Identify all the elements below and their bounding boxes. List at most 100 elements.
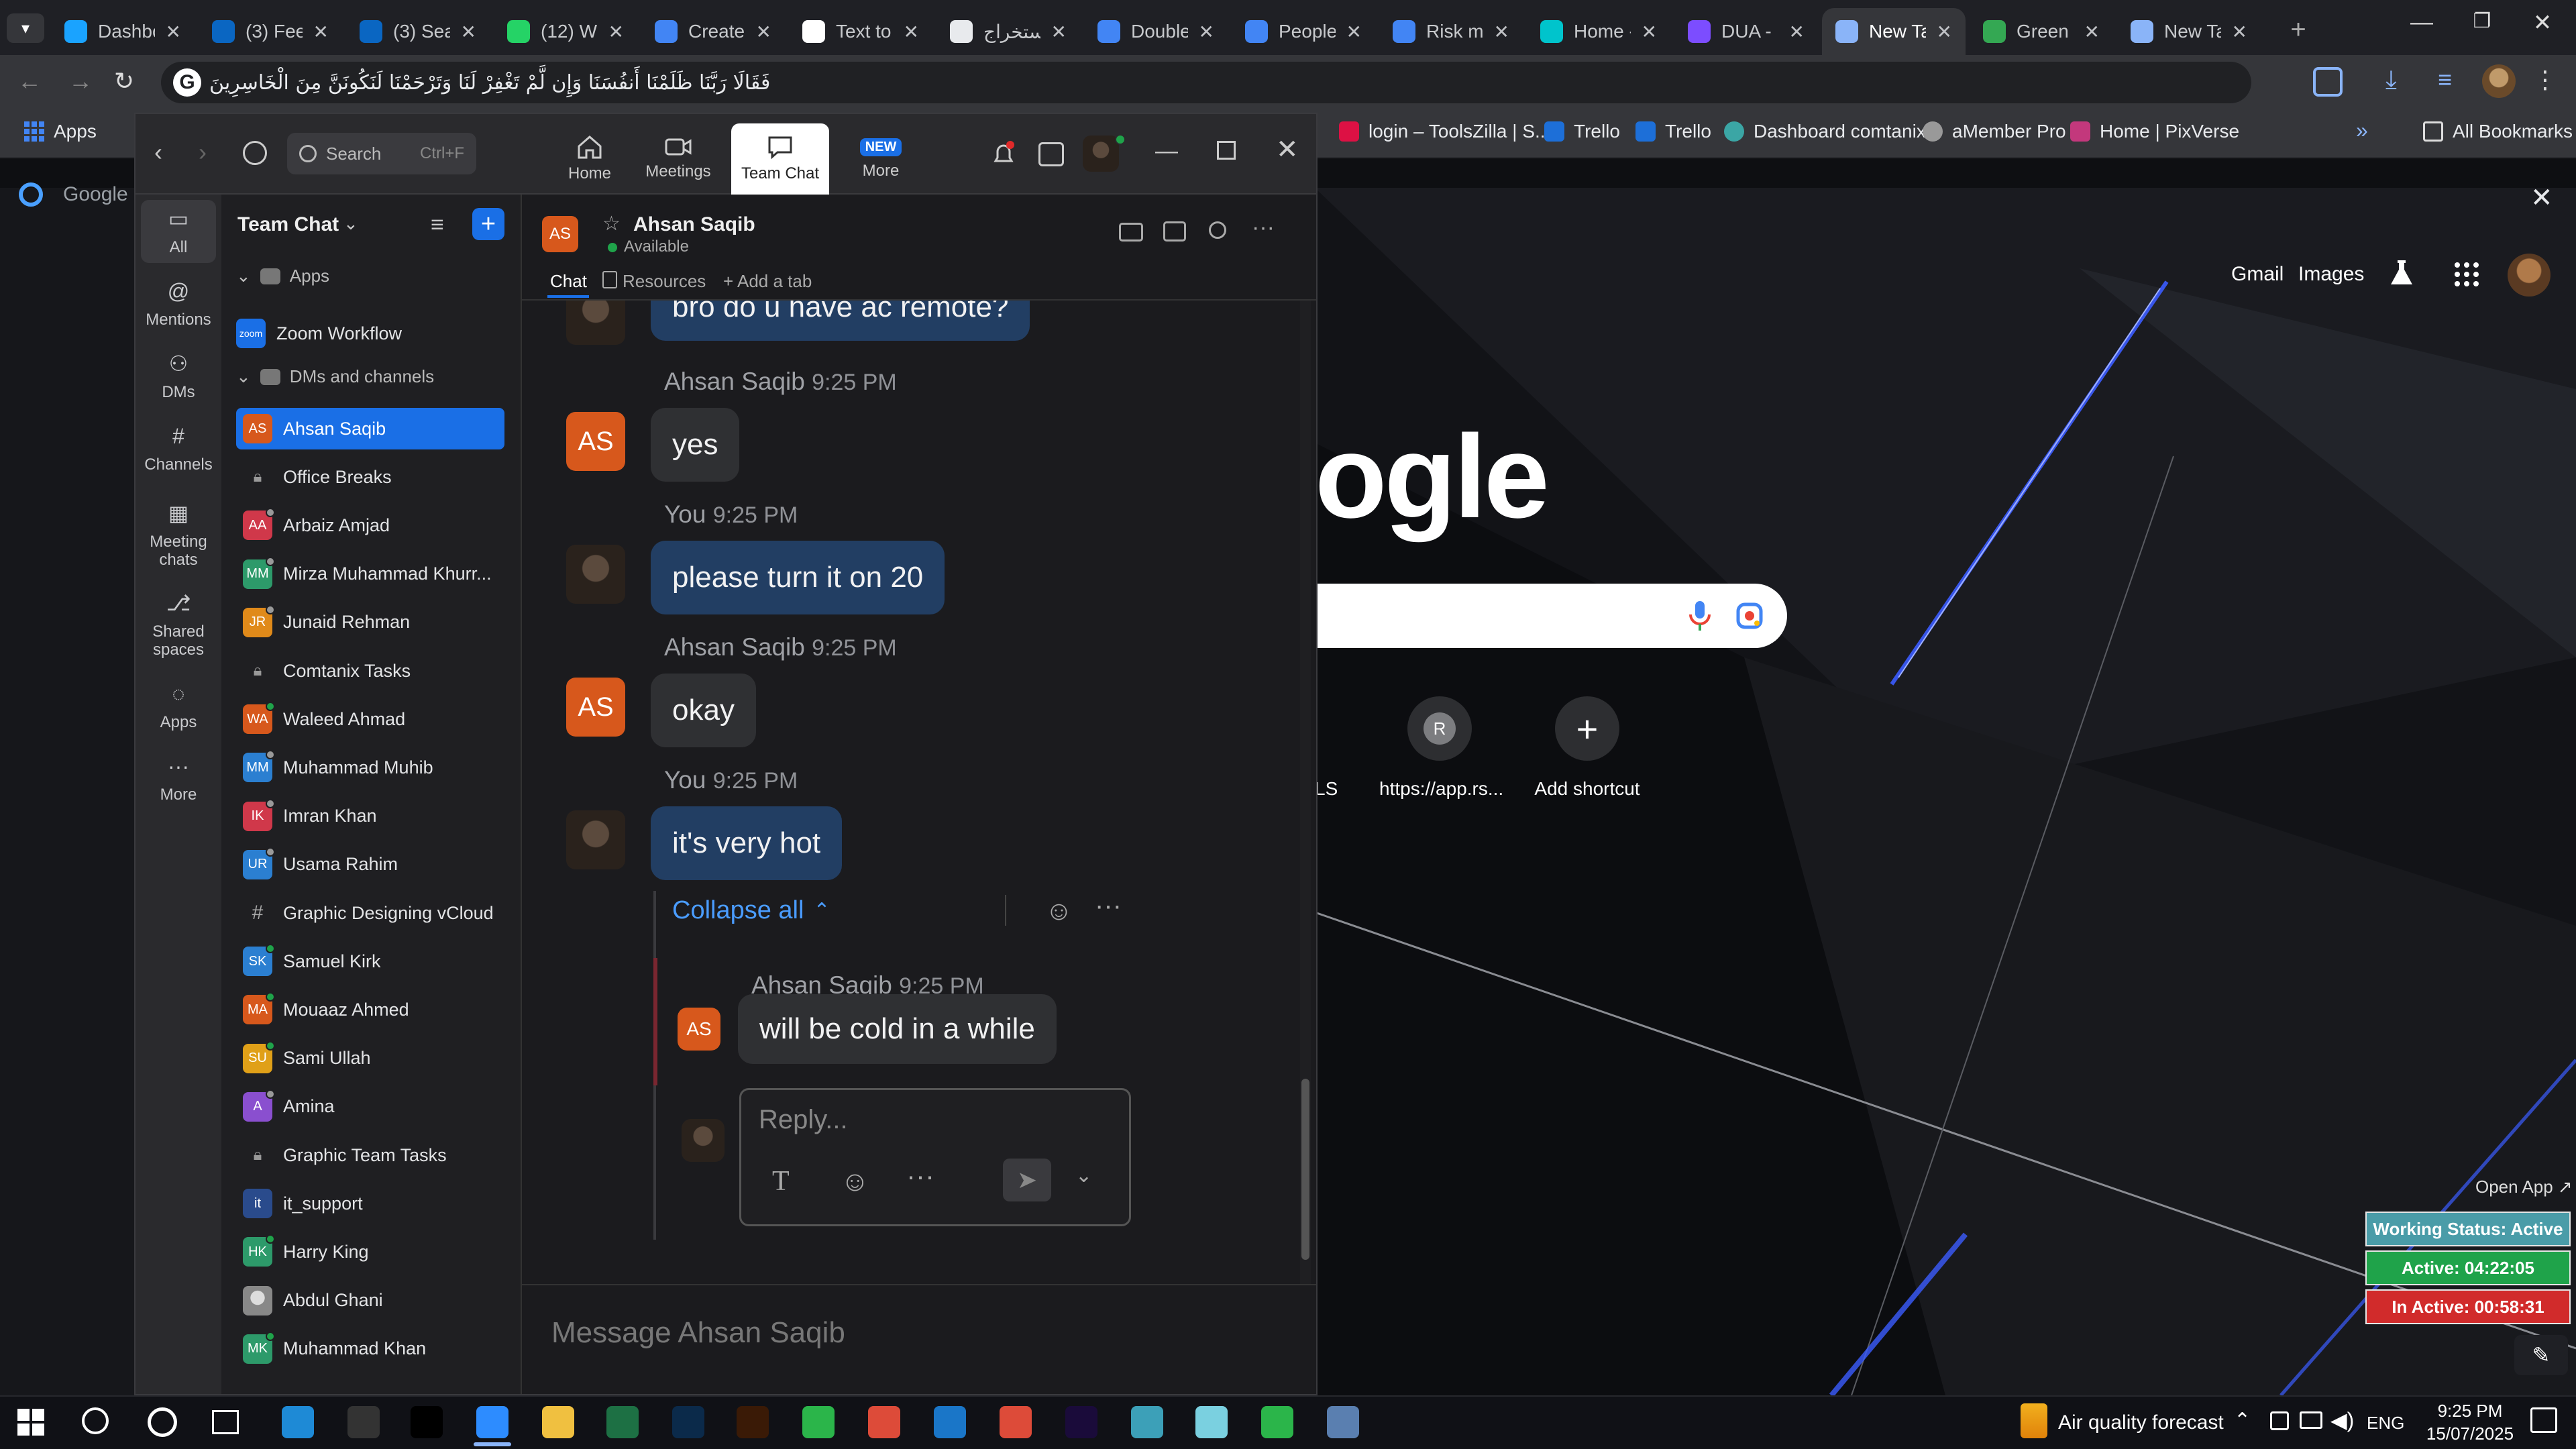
rail-item-more[interactable]: ··· More <box>136 749 221 809</box>
network-icon[interactable] <box>2300 1411 2322 1429</box>
tab-close-icon[interactable]: ✕ <box>608 21 624 43</box>
filter-icon[interactable]: ≡ <box>431 212 444 238</box>
app-green-icon[interactable] <box>802 1406 835 1438</box>
sidebar-item-mouaaz-ahmed[interactable]: MA Mouaaz Ahmed <box>236 989 504 1030</box>
labs-icon[interactable] <box>2390 259 2414 287</box>
back-chevron-icon[interactable]: ‹ <box>154 138 162 166</box>
browser-tab[interactable]: Home - ✕ <box>1527 8 1670 55</box>
sidebar-item-waleed-ahmad[interactable]: WA Waleed Ahmad <box>236 698 504 740</box>
google-pill[interactable]: Google <box>19 182 128 207</box>
forward-chevron-icon[interactable]: › <box>199 138 207 166</box>
sidebar-item-sami-ullah[interactable]: SU Sami Ullah <box>236 1038 504 1079</box>
cortana-icon[interactable] <box>148 1407 177 1437</box>
tab-close-icon[interactable]: ✕ <box>1789 21 1805 43</box>
bookmark-apps[interactable]: Apps <box>24 121 97 142</box>
tab-close-icon[interactable]: ✕ <box>166 21 181 43</box>
browser-tab[interactable]: (3) Fee ✕ <box>199 8 342 55</box>
windows-start-icon[interactable] <box>17 1409 44 1436</box>
tab-close-icon[interactable]: ✕ <box>1494 21 1509 43</box>
close-window-icon[interactable]: ✕ <box>2516 9 2569 43</box>
tab-close-icon[interactable]: ✕ <box>756 21 771 43</box>
tab-chat[interactable]: Chat <box>550 271 587 292</box>
send-options-chevron-icon[interactable]: ⌄ <box>1075 1164 1092 1187</box>
collapse-all-button[interactable]: Collapse all ⌃ <box>672 896 830 925</box>
weather-icon[interactable] <box>2021 1403 2047 1438</box>
sidebar-item-arbaiz-amjad[interactable]: AA Arbaiz Amjad <box>236 504 504 546</box>
sidebar-item-it-support[interactable]: it it_support <box>236 1183 504 1224</box>
rail-item-mentions[interactable]: @ Mentions <box>136 274 221 334</box>
terminal-icon[interactable] <box>411 1406 443 1438</box>
sidebar-item-abdul-ghani[interactable]: Abdul Ghani <box>236 1280 504 1322</box>
nav-meetings[interactable]: Meetings <box>635 123 722 195</box>
minimize-window-icon[interactable]: — <box>2395 9 2449 43</box>
sidebar-item-amina[interactable]: A Amina <box>236 1086 504 1128</box>
browser-tab[interactable]: Green ✕ <box>1970 8 2113 55</box>
message-bubble[interactable]: will be cold in a while <box>738 994 1057 1064</box>
zoom-search-box[interactable]: Search Ctrl+F <box>287 133 476 174</box>
bookmark-trello-1[interactable]: Trello <box>1544 121 1620 142</box>
share-screen-icon[interactable] <box>1163 221 1186 241</box>
sender-avatar[interactable]: AS <box>566 678 625 737</box>
text-format-icon[interactable]: T <box>772 1165 790 1197</box>
app-green2-icon[interactable] <box>1261 1406 1293 1438</box>
tab-close-icon[interactable]: ✕ <box>1199 21 1214 43</box>
sidebar-item-imran-khan[interactable]: IK Imran Khan <box>236 796 504 837</box>
browser-tab[interactable]: Risk m ✕ <box>1379 8 1523 55</box>
weather-label[interactable]: Air quality forecast <box>2058 1411 2224 1434</box>
notifications-icon[interactable] <box>2530 1407 2557 1433</box>
excel-icon[interactable] <box>606 1406 639 1438</box>
chrome-menu-icon[interactable]: ⋮ <box>2533 66 2557 94</box>
send-icon[interactable]: ➤ <box>1003 1159 1051 1201</box>
add-shortcut-button[interactable]: + <box>1555 696 1619 761</box>
photoshop-icon[interactable] <box>672 1406 704 1438</box>
zoom-maximize-icon[interactable] <box>1217 141 1236 160</box>
sidebar-item-mirza-muhammad-khurr[interactable]: MM Mirza Muhammad Khurr... <box>236 553 504 595</box>
message-bubble[interactable]: please turn it on 20 <box>651 541 945 614</box>
browser-tab[interactable]: استخراج ✕ <box>936 8 1080 55</box>
rail-item-channels[interactable]: # Channels <box>136 419 221 479</box>
vscode-icon[interactable] <box>934 1406 966 1438</box>
omnibox[interactable]: G فَقَالَا رَبَّنَا ظَلَمْنَا أَنفُسَنَا… <box>161 62 2251 103</box>
tab-add-a-tab[interactable]: + Add a tab <box>723 271 812 292</box>
google-apps-icon[interactable] <box>2454 262 2479 287</box>
browser-tab[interactable]: (3) Sea ✕ <box>346 8 490 55</box>
forward-arrow-icon[interactable]: → <box>68 67 93 95</box>
bookmark-amember[interactable]: aMember Pro <box>1923 121 2066 142</box>
tray-chevron-icon[interactable]: ⌃ <box>2234 1409 2251 1432</box>
tab-close-icon[interactable]: ✕ <box>2084 21 2100 43</box>
volume-icon[interactable]: ◀) <box>2330 1407 2354 1433</box>
tab-close-icon[interactable]: ✕ <box>1051 21 1067 43</box>
more-options-icon[interactable]: ··· <box>906 1160 934 1192</box>
close-panel-icon[interactable]: ✕ <box>2530 182 2553 213</box>
emoji-icon[interactable]: ☺ <box>841 1165 869 1197</box>
tab-close-icon[interactable]: ✕ <box>313 21 329 43</box>
chrome-icon[interactable] <box>868 1406 900 1438</box>
contact-avatar[interactable]: AS <box>542 216 578 252</box>
images-link[interactable]: Images <box>2298 263 2364 286</box>
chrome-profile-icon[interactable] <box>1000 1406 1032 1438</box>
restore-window-icon[interactable]: ❐ <box>2455 9 2509 43</box>
reply-box[interactable]: Reply... T ☺ ··· ➤ ⌄ <box>739 1088 1131 1226</box>
shortcut-app-rs[interactable]: R <box>1407 696 1472 761</box>
tab-close-icon[interactable]: ✕ <box>461 21 476 43</box>
nav-home[interactable]: Home <box>547 123 632 195</box>
zoom-close-icon[interactable]: ✕ <box>1276 134 1299 165</box>
sidebar-item-graphic-team-tasks[interactable]: 🔒︎ Graphic Team Tasks <box>236 1134 504 1176</box>
star-icon[interactable]: ☆ <box>602 212 621 235</box>
media-control-icon[interactable]: ≡ <box>2438 66 2452 94</box>
taskbar-search-icon[interactable] <box>82 1407 109 1434</box>
bookmark-trello-2[interactable]: Trello <box>1635 121 1711 142</box>
reload-icon[interactable]: ↻ <box>114 67 134 95</box>
rail-item-shared-spaces[interactable]: ⎇ Shared spaces <box>136 585 221 665</box>
tray-app-icon[interactable] <box>2270 1411 2289 1430</box>
section-apps[interactable]: ⌄ Apps <box>236 266 329 286</box>
chat-more-icon[interactable]: ··· <box>1252 215 1275 241</box>
gmail-link[interactable]: Gmail <box>2231 263 2284 286</box>
shortcut-label[interactable]: LS <box>1315 778 1338 800</box>
title-chevron-down-icon[interactable]: ⌄ <box>343 213 358 234</box>
contact-name[interactable]: Ahsan Saqib <box>633 213 755 236</box>
rail-item-all[interactable]: ▭ All <box>141 200 216 263</box>
google-search-box[interactable] <box>1318 584 1787 648</box>
browser-tab[interactable]: Create ✕ <box>641 8 785 55</box>
nav-team-chat[interactable]: Team Chat <box>731 123 829 195</box>
